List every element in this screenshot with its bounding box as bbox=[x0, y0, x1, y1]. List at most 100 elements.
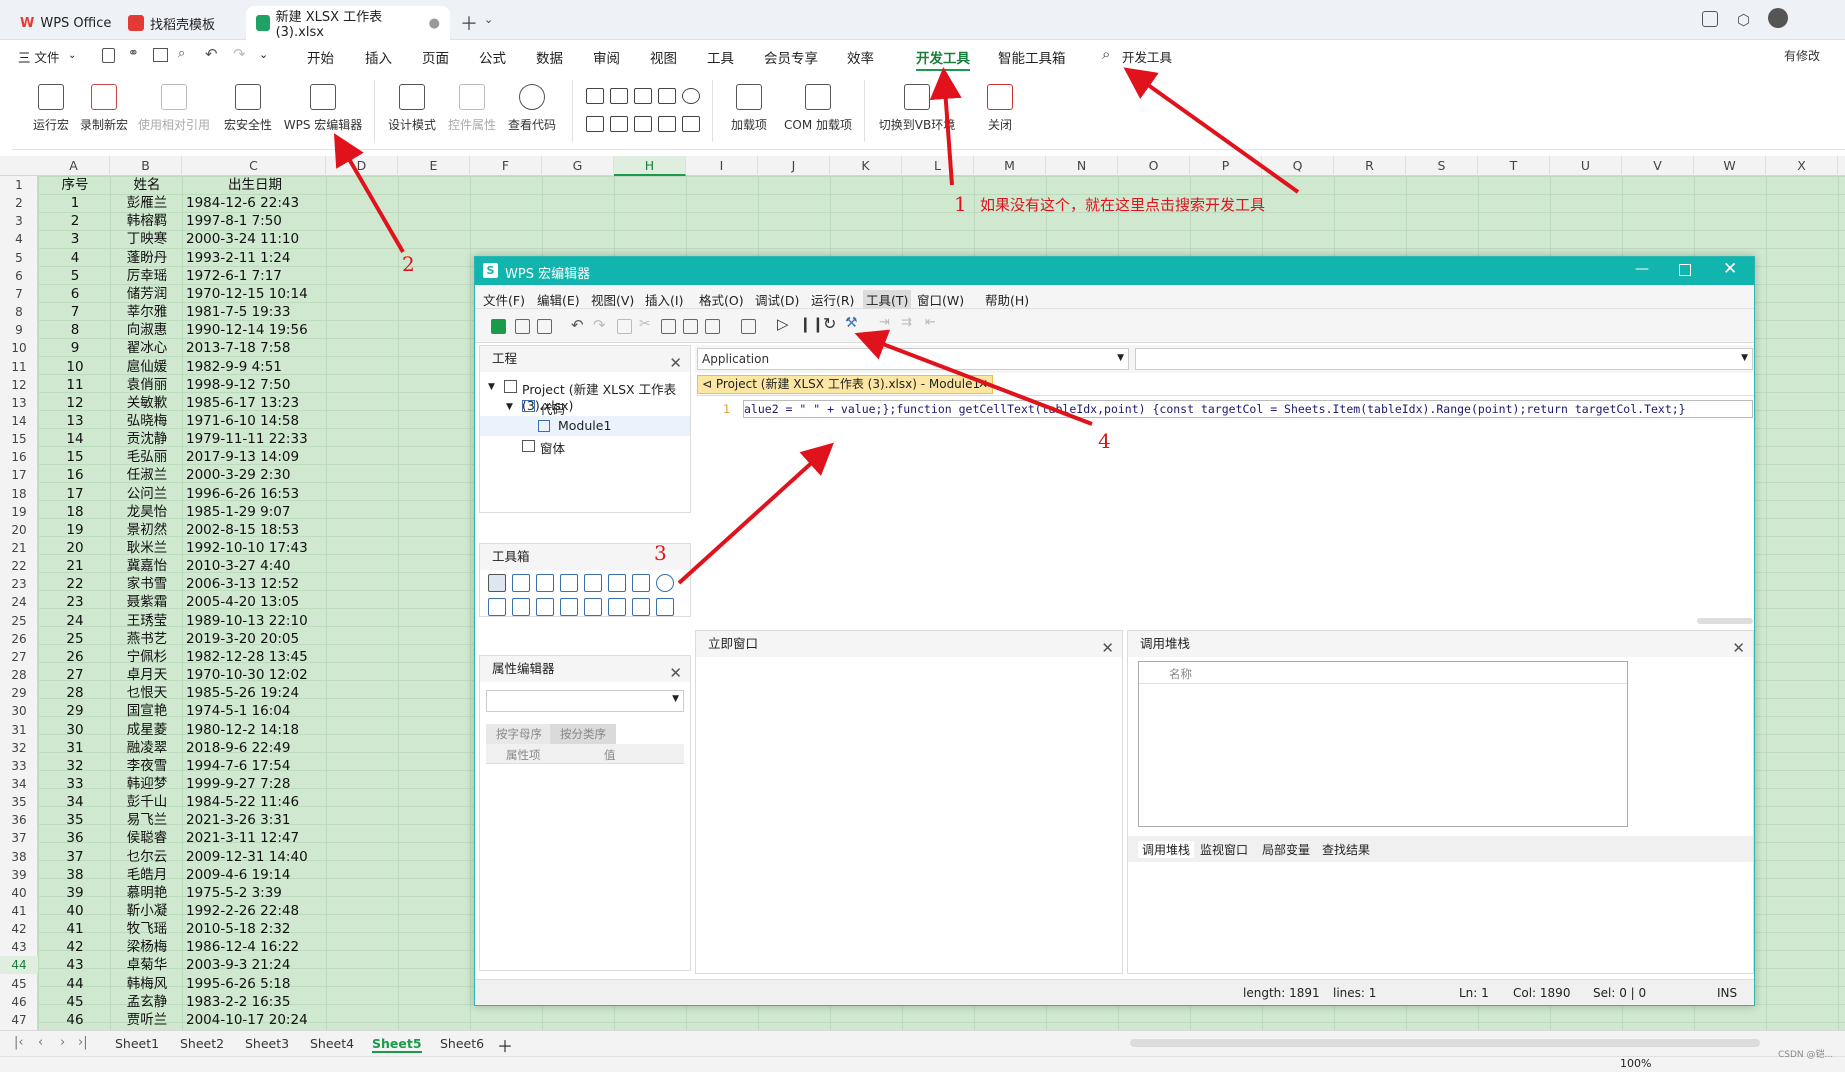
row-header[interactable]: 44 bbox=[0, 956, 38, 975]
cell[interactable]: 1984-5-22 11:46 bbox=[186, 793, 324, 811]
cell[interactable]: 1985-1-29 9:07 bbox=[186, 503, 324, 521]
search-icon[interactable]: ⌕ bbox=[1102, 45, 1110, 63]
cell[interactable]: 1970-10-30 12:02 bbox=[186, 666, 324, 684]
column-header-D[interactable]: D bbox=[326, 156, 398, 176]
close-icon[interactable]: ✕ bbox=[1732, 635, 1745, 661]
cell[interactable]: 姓名 bbox=[114, 176, 180, 194]
cell[interactable]: 莘尔雅 bbox=[114, 303, 180, 321]
row-header[interactable]: 28 bbox=[0, 666, 38, 684]
cell[interactable]: 23 bbox=[42, 593, 108, 611]
com-addins-button[interactable]: COM 加载项 bbox=[780, 84, 856, 133]
row-header[interactable]: 21 bbox=[0, 539, 38, 557]
tab-document[interactable]: 新建 XLSX 工作表 (3).xlsx ● bbox=[246, 6, 450, 40]
cell[interactable]: 2005-4-20 13:05 bbox=[186, 593, 324, 611]
row-header[interactable]: 13 bbox=[0, 394, 38, 412]
tab-wps-office[interactable]: W WPS Office bbox=[10, 6, 121, 40]
cell[interactable]: 8 bbox=[42, 321, 108, 339]
code-editor[interactable]: 1 alue2 = " " + value;};function getCell… bbox=[697, 395, 1754, 627]
row-header[interactable]: 20 bbox=[0, 521, 38, 539]
close-icon[interactable]: ✕ bbox=[669, 660, 682, 686]
cell[interactable]: 2002-8-15 18:53 bbox=[186, 521, 324, 539]
row-header[interactable]: 42 bbox=[0, 920, 38, 938]
cell[interactable]: 2000-3-29 2:30 bbox=[186, 466, 324, 484]
cell[interactable]: 序号 bbox=[42, 176, 108, 194]
spin-control-icon[interactable] bbox=[658, 116, 676, 132]
menu-tools[interactable]: 工具 bbox=[707, 47, 734, 67]
button-control-icon[interactable] bbox=[586, 88, 604, 104]
cell[interactable]: 10 bbox=[42, 358, 108, 376]
record-macro-button[interactable]: 录制新宏 bbox=[78, 84, 130, 133]
sheet-tab-4[interactable]: Sheet4 bbox=[310, 1036, 354, 1051]
design-mode-button[interactable]: 设计模式 bbox=[384, 84, 440, 133]
cell[interactable]: 43 bbox=[42, 956, 108, 974]
column-header-X[interactable]: X bbox=[1766, 156, 1838, 176]
uncomment-icon[interactable] bbox=[705, 319, 720, 334]
sheet-tab-3[interactable]: Sheet3 bbox=[245, 1036, 289, 1051]
cell[interactable]: 宁佩杉 bbox=[114, 648, 180, 666]
cell[interactable]: 14 bbox=[42, 430, 108, 448]
cell[interactable]: 3 bbox=[42, 230, 108, 248]
code-scrollbar[interactable] bbox=[1697, 618, 1753, 624]
callstack-list[interactable]: 名称 bbox=[1138, 661, 1628, 827]
paste-icon[interactable] bbox=[661, 319, 676, 334]
cell[interactable]: 聂紫霜 bbox=[114, 593, 180, 611]
new-tab-icon[interactable]: ＋ bbox=[460, 10, 478, 36]
edit-status[interactable]: 有修改 bbox=[1784, 47, 1820, 64]
design-mode-icon[interactable]: ⚒ bbox=[845, 315, 858, 331]
save-icon[interactable] bbox=[102, 48, 115, 63]
cell[interactable]: 彭雁兰 bbox=[114, 194, 180, 212]
cell[interactable]: 33 bbox=[42, 775, 108, 793]
cell[interactable]: 卓月天 bbox=[114, 666, 180, 684]
scrollbar-tool-icon[interactable] bbox=[608, 598, 626, 616]
column-header-V[interactable]: V bbox=[1622, 156, 1694, 176]
run-macro-button[interactable]: 运行宏 bbox=[28, 84, 74, 133]
cell[interactable]: 2017-9-13 14:09 bbox=[186, 448, 324, 466]
cell[interactable]: 1985-6-17 13:23 bbox=[186, 394, 324, 412]
cell[interactable]: 1982-12-28 13:45 bbox=[186, 648, 324, 666]
menu-efficiency[interactable]: 效率 bbox=[847, 47, 874, 67]
checkbox-control-icon[interactable] bbox=[610, 88, 628, 104]
cell[interactable]: 4 bbox=[42, 249, 108, 267]
next-sheet-icon[interactable]: › bbox=[60, 1035, 65, 1050]
label-tool-icon[interactable] bbox=[512, 574, 530, 592]
menu-home[interactable]: 开始 bbox=[307, 47, 334, 67]
cell[interactable]: 46 bbox=[42, 1011, 108, 1029]
cell[interactable]: 21 bbox=[42, 557, 108, 575]
row-header[interactable]: 5 bbox=[0, 249, 38, 267]
column-header-S[interactable]: S bbox=[1406, 156, 1478, 176]
menu-review[interactable]: 审阅 bbox=[593, 47, 620, 67]
row-header[interactable]: 3 bbox=[0, 212, 38, 230]
cell[interactable]: 2010-5-18 2:32 bbox=[186, 920, 324, 938]
cell[interactable]: 2018-9-6 22:49 bbox=[186, 739, 324, 757]
image-control-icon[interactable] bbox=[634, 116, 652, 132]
cell[interactable]: 1997-8-1 7:50 bbox=[186, 212, 324, 230]
row-header[interactable]: 35 bbox=[0, 793, 38, 811]
macro-security-button[interactable]: 宏安全性 bbox=[220, 84, 276, 133]
vbe-menu-help[interactable]: 帮助(H) bbox=[985, 290, 1029, 309]
row-header[interactable]: 15 bbox=[0, 430, 38, 448]
cell[interactable]: 景初然 bbox=[114, 521, 180, 539]
row-header[interactable]: 18 bbox=[0, 485, 38, 503]
close-icon[interactable]: ✕ bbox=[978, 376, 988, 393]
menu-ai-toolbox[interactable]: 智能工具箱 bbox=[998, 47, 1066, 67]
cell[interactable]: 27 bbox=[42, 666, 108, 684]
cell[interactable]: 9 bbox=[42, 339, 108, 357]
row-header[interactable]: 33 bbox=[0, 757, 38, 775]
chevron-down-icon[interactable]: ⌄ bbox=[484, 13, 493, 26]
row-header[interactable]: 6 bbox=[0, 267, 38, 285]
menu-formula[interactable]: 公式 bbox=[479, 47, 506, 67]
cell[interactable]: 慕明艳 bbox=[114, 884, 180, 902]
row-header[interactable]: 29 bbox=[0, 684, 38, 702]
reset-icon[interactable]: ↻ bbox=[823, 314, 836, 333]
cell[interactable]: 侯聪睿 bbox=[114, 829, 180, 847]
column-header-P[interactable]: P bbox=[1190, 156, 1262, 176]
cell[interactable]: 38 bbox=[42, 866, 108, 884]
cell[interactable]: 45 bbox=[42, 993, 108, 1011]
cell[interactable]: 41 bbox=[42, 920, 108, 938]
column-header-T[interactable]: T bbox=[1478, 156, 1550, 176]
row-header[interactable]: 22 bbox=[0, 557, 38, 575]
row-header[interactable]: 4 bbox=[0, 230, 38, 248]
zoom-level[interactable]: 100% bbox=[1620, 1057, 1651, 1070]
cell[interactable]: 乜尔云 bbox=[114, 848, 180, 866]
row-header[interactable]: 41 bbox=[0, 902, 38, 920]
